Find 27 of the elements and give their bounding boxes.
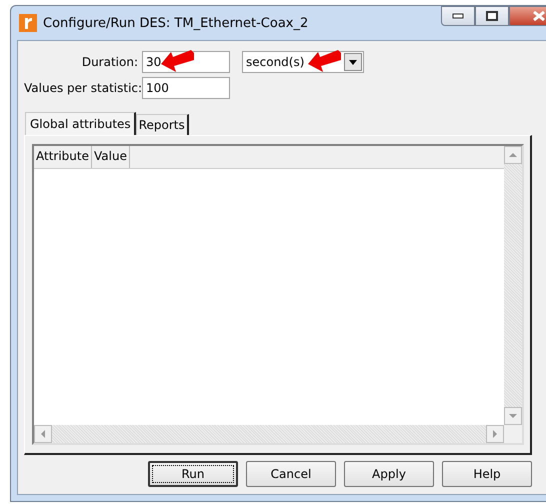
maximize-icon xyxy=(486,11,498,21)
app-logo-icon xyxy=(19,14,37,32)
vertical-scrollbar[interactable] xyxy=(504,146,522,425)
dialog-button[interactable]: Run xyxy=(148,461,238,487)
tab[interactable]: Global attributes xyxy=(25,112,136,135)
column-header[interactable]: Value xyxy=(92,146,130,168)
dropdown-arrow-icon xyxy=(349,60,357,64)
arrow-icon xyxy=(308,50,342,72)
duration-label: Duration: xyxy=(80,55,138,69)
scroll-up-icon xyxy=(509,151,517,159)
scrollbar-corner xyxy=(504,425,522,443)
dialog-button[interactable]: Apply xyxy=(344,461,434,487)
horizontal-scrollbar[interactable] xyxy=(34,425,504,443)
tab[interactable]: Reports xyxy=(136,114,189,135)
dialog-button[interactable]: Help xyxy=(442,461,532,487)
arrow-icon xyxy=(161,50,195,72)
close-icon xyxy=(533,11,545,21)
scroll-down-icon xyxy=(509,412,517,420)
minimize-button[interactable] xyxy=(441,6,475,26)
window-title: Configure/Run DES: TM_Ethernet-Coax_2 xyxy=(43,16,308,30)
maximize-button[interactable] xyxy=(475,6,509,26)
column-header[interactable]: Attribute xyxy=(34,146,92,168)
dialog-button[interactable]: Cancel xyxy=(246,461,336,487)
values-per-statistic-field[interactable]: 100 xyxy=(142,77,230,99)
minimize-icon xyxy=(452,13,464,19)
scroll-left-icon xyxy=(39,430,47,438)
scroll-right-icon xyxy=(491,430,499,438)
